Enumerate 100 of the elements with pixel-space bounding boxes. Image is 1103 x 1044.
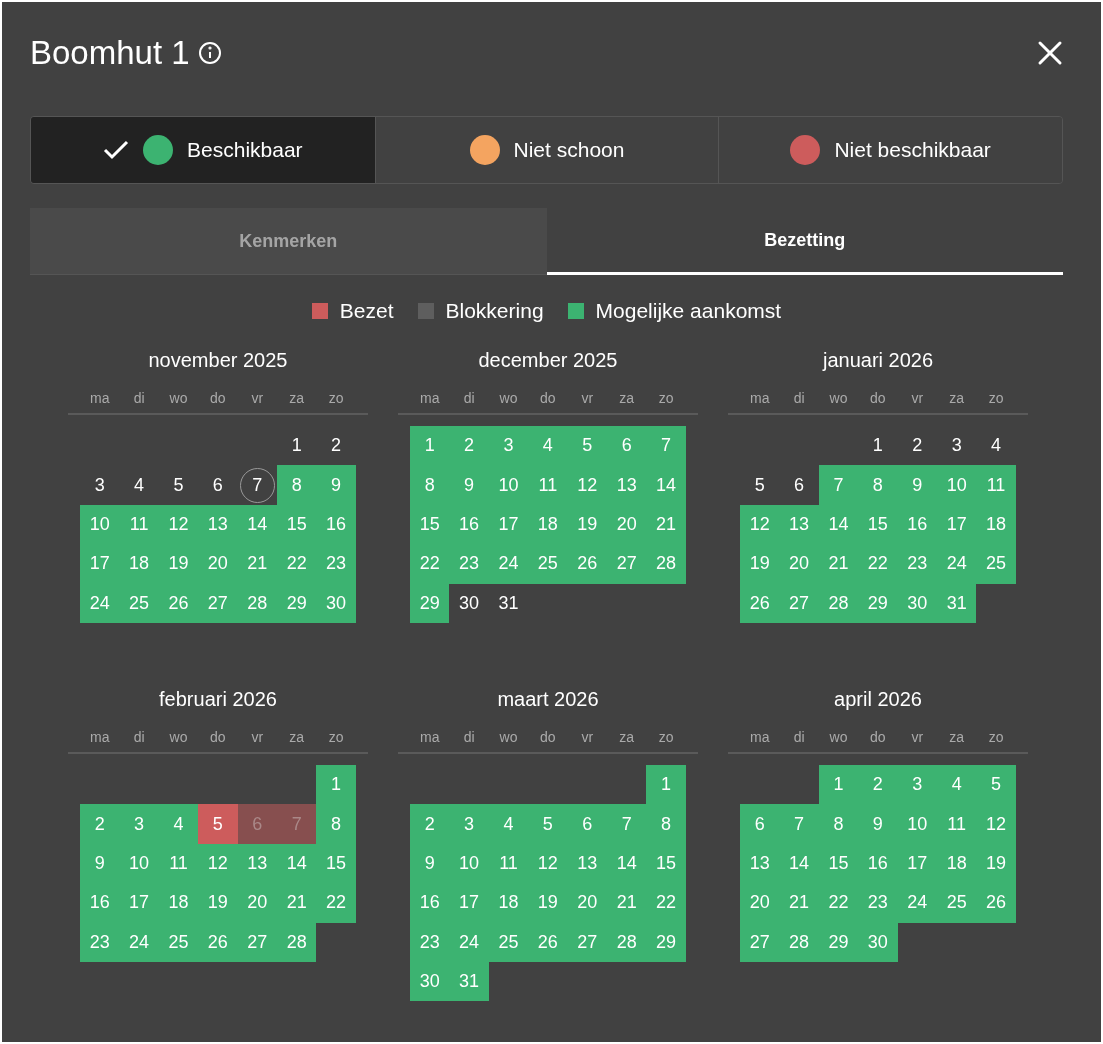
calendar-day[interactable]: 25 (488, 922, 529, 962)
calendar-day[interactable]: 10 (936, 465, 977, 505)
calendar-day[interactable]: 8 (858, 465, 898, 505)
calendar-day[interactable]: 28 (779, 922, 819, 962)
calendar-day[interactable]: 20 (567, 883, 607, 923)
calendar-day[interactable]: 24 (897, 883, 937, 923)
calendar-day[interactable]: 27 (606, 544, 647, 584)
calendar-day[interactable]: 26 (976, 883, 1016, 923)
calendar-day[interactable]: 5 (198, 804, 238, 844)
calendar-day[interactable]: 12 (198, 843, 238, 884)
calendar-day[interactable]: 15 (410, 504, 450, 545)
calendar-day[interactable]: 22 (646, 883, 686, 923)
calendar-day[interactable]: 10 (80, 504, 120, 545)
calendar-day[interactable]: 19 (198, 883, 238, 923)
calendar-day[interactable]: 15 (316, 843, 356, 884)
calendar-day[interactable]: 2 (316, 426, 356, 466)
calendar-day[interactable]: 30 (449, 583, 489, 623)
calendar-day[interactable]: 12 (158, 504, 199, 545)
calendar-day[interactable]: 6 (606, 426, 647, 466)
calendar-day[interactable]: 27 (740, 922, 780, 962)
calendar-day[interactable]: 21 (818, 544, 859, 584)
calendar-day[interactable]: 4 (158, 804, 199, 844)
calendar-day[interactable]: 1 (410, 426, 450, 466)
calendar-day[interactable]: 15 (276, 504, 317, 545)
calendar-day[interactable]: 15 (646, 843, 686, 884)
calendar-day[interactable]: 11 (488, 843, 529, 884)
calendar-day[interactable]: 26 (567, 544, 607, 584)
calendar-day[interactable]: 10 (119, 843, 159, 884)
calendar-day[interactable]: 18 (528, 504, 568, 545)
calendar-day[interactable]: 2 (449, 426, 489, 466)
calendar-day[interactable]: 13 (606, 465, 647, 505)
calendar-day[interactable]: 9 (858, 804, 898, 844)
calendar-day[interactable]: 14 (237, 504, 277, 545)
close-icon[interactable] (1037, 40, 1063, 66)
calendar-day[interactable]: 27 (779, 583, 819, 623)
calendar-day[interactable]: 13 (779, 504, 819, 545)
calendar-day[interactable]: 31 (936, 583, 977, 623)
calendar-day[interactable]: 6 (198, 465, 238, 505)
calendar-day[interactable]: 20 (740, 883, 780, 923)
calendar-day[interactable]: 3 (936, 426, 977, 466)
calendar-day[interactable]: 15 (818, 843, 859, 884)
calendar-day[interactable]: 5 (567, 426, 607, 466)
calendar-day[interactable]: 23 (410, 922, 450, 962)
calendar-day[interactable]: 25 (936, 883, 977, 923)
calendar-day[interactable]: 5 (740, 465, 780, 505)
calendar-day[interactable]: 18 (158, 883, 199, 923)
calendar-day[interactable]: 17 (119, 883, 159, 923)
calendar-day[interactable]: 22 (858, 544, 898, 584)
calendar-day[interactable]: 16 (80, 883, 120, 923)
calendar-day[interactable]: 11 (158, 843, 199, 884)
calendar-day[interactable]: 3 (897, 765, 937, 805)
calendar-day[interactable]: 13 (740, 843, 780, 884)
calendar-day[interactable]: 5 (528, 804, 568, 844)
calendar-day[interactable]: 3 (449, 804, 489, 844)
calendar-day[interactable]: 21 (606, 883, 647, 923)
calendar-day[interactable]: 19 (158, 544, 199, 584)
calendar-day[interactable]: 21 (237, 544, 277, 584)
calendar-day[interactable]: 1 (276, 426, 317, 466)
calendar-day[interactable]: 28 (646, 544, 686, 584)
calendar-day[interactable]: 8 (646, 804, 686, 844)
calendar-day[interactable]: 20 (606, 504, 647, 545)
calendar-day[interactable]: 29 (858, 583, 898, 623)
calendar-day[interactable]: 29 (410, 583, 450, 623)
calendar-day[interactable]: 16 (316, 504, 356, 545)
calendar-day[interactable]: 10 (897, 804, 937, 844)
calendar-day[interactable]: 14 (779, 843, 819, 884)
calendar-day[interactable]: 30 (897, 583, 937, 623)
calendar-day[interactable]: 31 (488, 583, 529, 623)
calendar-day[interactable]: 5 (976, 765, 1016, 805)
calendar-day[interactable]: 25 (158, 922, 199, 962)
calendar-day[interactable]: 22 (276, 544, 317, 584)
info-icon[interactable] (197, 41, 222, 65)
calendar-day[interactable]: 7 (646, 426, 686, 466)
calendar-day[interactable]: 23 (858, 883, 898, 923)
calendar-day[interactable]: 19 (976, 843, 1016, 884)
calendar-day[interactable]: 9 (80, 843, 120, 884)
calendar-day[interactable]: 26 (528, 922, 568, 962)
status-option[interactable]: Beschikbaar (31, 117, 375, 183)
calendar-day[interactable]: 24 (936, 544, 977, 584)
calendar-day[interactable]: 4 (528, 426, 568, 466)
calendar-day[interactable]: 21 (779, 883, 819, 923)
calendar-day[interactable]: 20 (779, 544, 819, 584)
calendar-day[interactable]: 14 (606, 843, 647, 884)
calendar-day[interactable]: 9 (449, 465, 489, 505)
calendar-day[interactable]: 25 (528, 544, 568, 584)
calendar-day[interactable]: 14 (646, 465, 686, 505)
calendar-day[interactable]: 29 (646, 922, 686, 962)
calendar-day[interactable]: 14 (276, 843, 317, 884)
calendar-day[interactable]: 26 (158, 583, 199, 623)
calendar-day[interactable]: 24 (119, 922, 159, 962)
calendar-day[interactable]: 22 (410, 544, 450, 584)
calendar-day[interactable]: 7 (818, 465, 859, 505)
calendar-day[interactable]: 20 (198, 544, 238, 584)
calendar-day[interactable]: 24 (80, 583, 120, 623)
calendar-day[interactable]: 1 (646, 765, 686, 805)
calendar-day[interactable]: 13 (237, 843, 277, 884)
calendar-day[interactable]: 9 (410, 843, 450, 884)
calendar-day[interactable]: 26 (198, 922, 238, 962)
calendar-day[interactable]: 31 (449, 961, 489, 1002)
calendar-day[interactable]: 12 (740, 504, 780, 545)
